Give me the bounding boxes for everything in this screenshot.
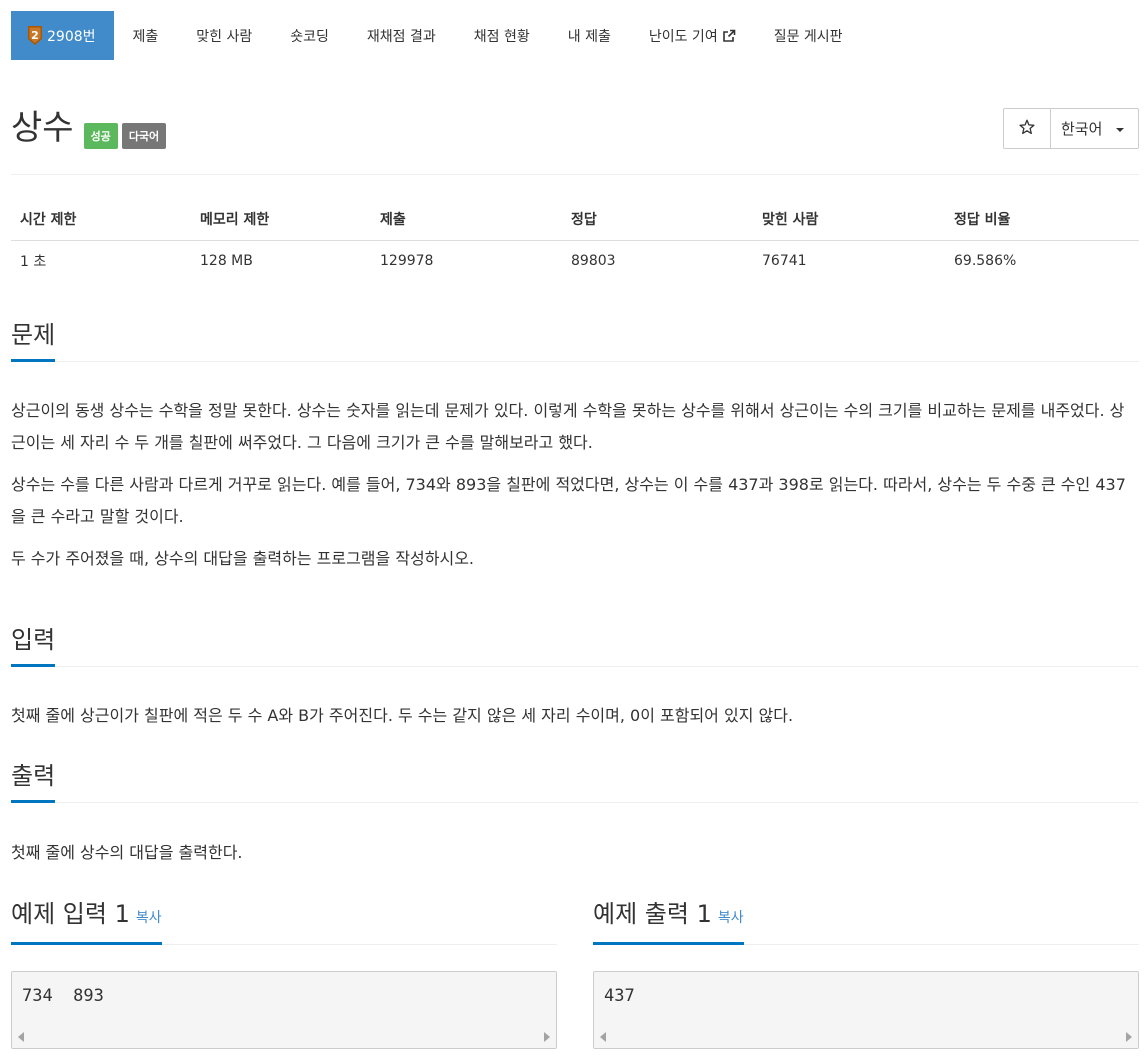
solved-users-value: 76741 bbox=[762, 253, 807, 270]
col-solved-users: 맞힌 사람 bbox=[753, 198, 945, 241]
col-submissions: 제출 bbox=[371, 198, 562, 241]
favorite-button[interactable] bbox=[1004, 109, 1051, 148]
output-body: 첫째 줄에 상수의 대답을 출력한다. bbox=[11, 837, 1139, 879]
output-heading: 출력 bbox=[11, 761, 56, 803]
nav-problem-number[interactable]: 2 2908번 bbox=[11, 11, 114, 60]
description-body: 상근이의 동생 상수는 수학을 정말 못한다. 상수는 숫자를 읽는데 문제가 … bbox=[11, 395, 1139, 585]
problem-title-row: 상수 성공 다국어 bbox=[11, 108, 167, 149]
description-heading: 문제 bbox=[11, 320, 56, 362]
scroll-left-arrow-icon[interactable] bbox=[600, 1032, 606, 1042]
description-paragraph: 두 수가 주어졌을 때, 상수의 대답을 출력하는 프로그램을 작성하시오. bbox=[11, 549, 475, 568]
input-heading: 입력 bbox=[11, 625, 56, 667]
sample-output-heading: 예제 출력 1 복사 bbox=[593, 899, 744, 945]
problem-actions: 한국어 bbox=[1003, 108, 1139, 149]
sample-output-scrollbar[interactable] bbox=[594, 1026, 1138, 1048]
nav-short-coding[interactable]: 숏코딩 bbox=[271, 11, 348, 60]
sample-output-header: 예제 출력 1 복사 bbox=[593, 899, 1139, 945]
page-title: 상수 bbox=[11, 108, 74, 148]
output-paragraph: 첫째 줄에 상수의 대답을 출력한다. bbox=[11, 843, 243, 862]
status-badge-success: 성공 bbox=[83, 123, 118, 149]
description-paragraph: 상수는 수를 다른 사람과 다르게 거꾸로 읽는다. 예를 들어, 734와 8… bbox=[11, 475, 1126, 526]
external-link-icon bbox=[722, 29, 736, 43]
sample-input-content: 734 893 bbox=[22, 986, 104, 1006]
input-section-header: 입력 bbox=[11, 625, 1139, 667]
description-paragraph: 상근이의 동생 상수는 수학을 정말 못한다. 상수는 숫자를 읽는데 문제가 … bbox=[11, 401, 1125, 452]
problem-info-table: 시간 제한 메모리 제한 제출 정답 맞힌 사람 정답 비율 1 초 128 M… bbox=[11, 198, 1139, 282]
nav-submit[interactable]: 제출 bbox=[114, 11, 178, 60]
copy-sample-input-button[interactable]: 복사 bbox=[136, 910, 162, 926]
col-accepted: 정답 bbox=[562, 198, 753, 241]
nav-difficulty-label: 난이도 기여 bbox=[648, 28, 718, 45]
sample-output-box[interactable]: 437 bbox=[593, 971, 1139, 1049]
status-badge-multilang: 다국어 bbox=[121, 123, 167, 149]
sample-output-title: 예제 출력 1 bbox=[593, 900, 712, 928]
copy-sample-output-button[interactable]: 복사 bbox=[718, 910, 744, 926]
col-memory-limit: 메모리 제한 bbox=[191, 198, 371, 241]
scroll-right-arrow-icon[interactable] bbox=[544, 1032, 550, 1042]
memory-limit-value: 128 MB bbox=[200, 253, 253, 270]
language-label: 한국어 bbox=[1061, 120, 1103, 138]
col-time-limit: 시간 제한 bbox=[11, 198, 191, 241]
time-limit-value: 1 초 bbox=[20, 254, 47, 271]
table-row: 1 초 128 MB 129978 89803 76741 69.586% bbox=[11, 240, 1139, 282]
sample-input-box[interactable]: 734 893 bbox=[11, 971, 557, 1049]
description-section-header: 문제 bbox=[11, 320, 1139, 362]
svg-text:2: 2 bbox=[31, 29, 39, 42]
caret-down-icon bbox=[1116, 127, 1125, 132]
scroll-left-arrow-icon[interactable] bbox=[18, 1032, 24, 1042]
accepted-value: 89803 bbox=[571, 253, 616, 270]
problem-number-label: 2908번 bbox=[47, 28, 96, 45]
sample-input-scrollbar[interactable] bbox=[12, 1026, 556, 1048]
nav-judge-status[interactable]: 채점 현황 bbox=[455, 11, 549, 60]
sample-output-content: 437 bbox=[604, 986, 635, 1006]
nav-qna-board[interactable]: 질문 게시판 bbox=[755, 11, 862, 60]
input-paragraph: 첫째 줄에 상근이가 칠판에 적은 두 수 A와 B가 주어진다. 두 수는 같… bbox=[11, 706, 794, 725]
title-divider bbox=[11, 174, 1139, 175]
nav-difficulty-contribution[interactable]: 난이도 기여 bbox=[630, 11, 755, 60]
sample-input-heading: 예제 입력 1 복사 bbox=[11, 899, 162, 945]
col-accept-ratio: 정답 비율 bbox=[945, 198, 1139, 241]
sample-input-title: 예제 입력 1 bbox=[11, 900, 130, 928]
scroll-right-arrow-icon[interactable] bbox=[1126, 1032, 1132, 1042]
accept-ratio-value: 69.586% bbox=[954, 253, 1017, 270]
nav-rejudge-results[interactable]: 재채점 결과 bbox=[348, 11, 455, 60]
sample-input-header: 예제 입력 1 복사 bbox=[11, 899, 557, 945]
input-body: 첫째 줄에 상근이가 칠판에 적은 두 수 A와 B가 주어진다. 두 수는 같… bbox=[11, 700, 1139, 742]
submissions-value: 129978 bbox=[380, 253, 434, 270]
language-dropdown[interactable]: 한국어 bbox=[1051, 109, 1138, 148]
table-header-row: 시간 제한 메모리 제한 제출 정답 맞힌 사람 정답 비율 bbox=[11, 198, 1139, 241]
output-section-header: 출력 bbox=[11, 761, 1139, 803]
bronze-tier-icon: 2 bbox=[27, 26, 43, 45]
problem-nav: 2 2908번 제출 맞힌 사람 숏코딩 재채점 결과 채점 현황 내 제출 난… bbox=[11, 11, 1139, 60]
nav-solved-users[interactable]: 맞힌 사람 bbox=[177, 11, 271, 60]
star-icon bbox=[1019, 119, 1035, 139]
nav-my-submissions[interactable]: 내 제출 bbox=[549, 11, 630, 60]
